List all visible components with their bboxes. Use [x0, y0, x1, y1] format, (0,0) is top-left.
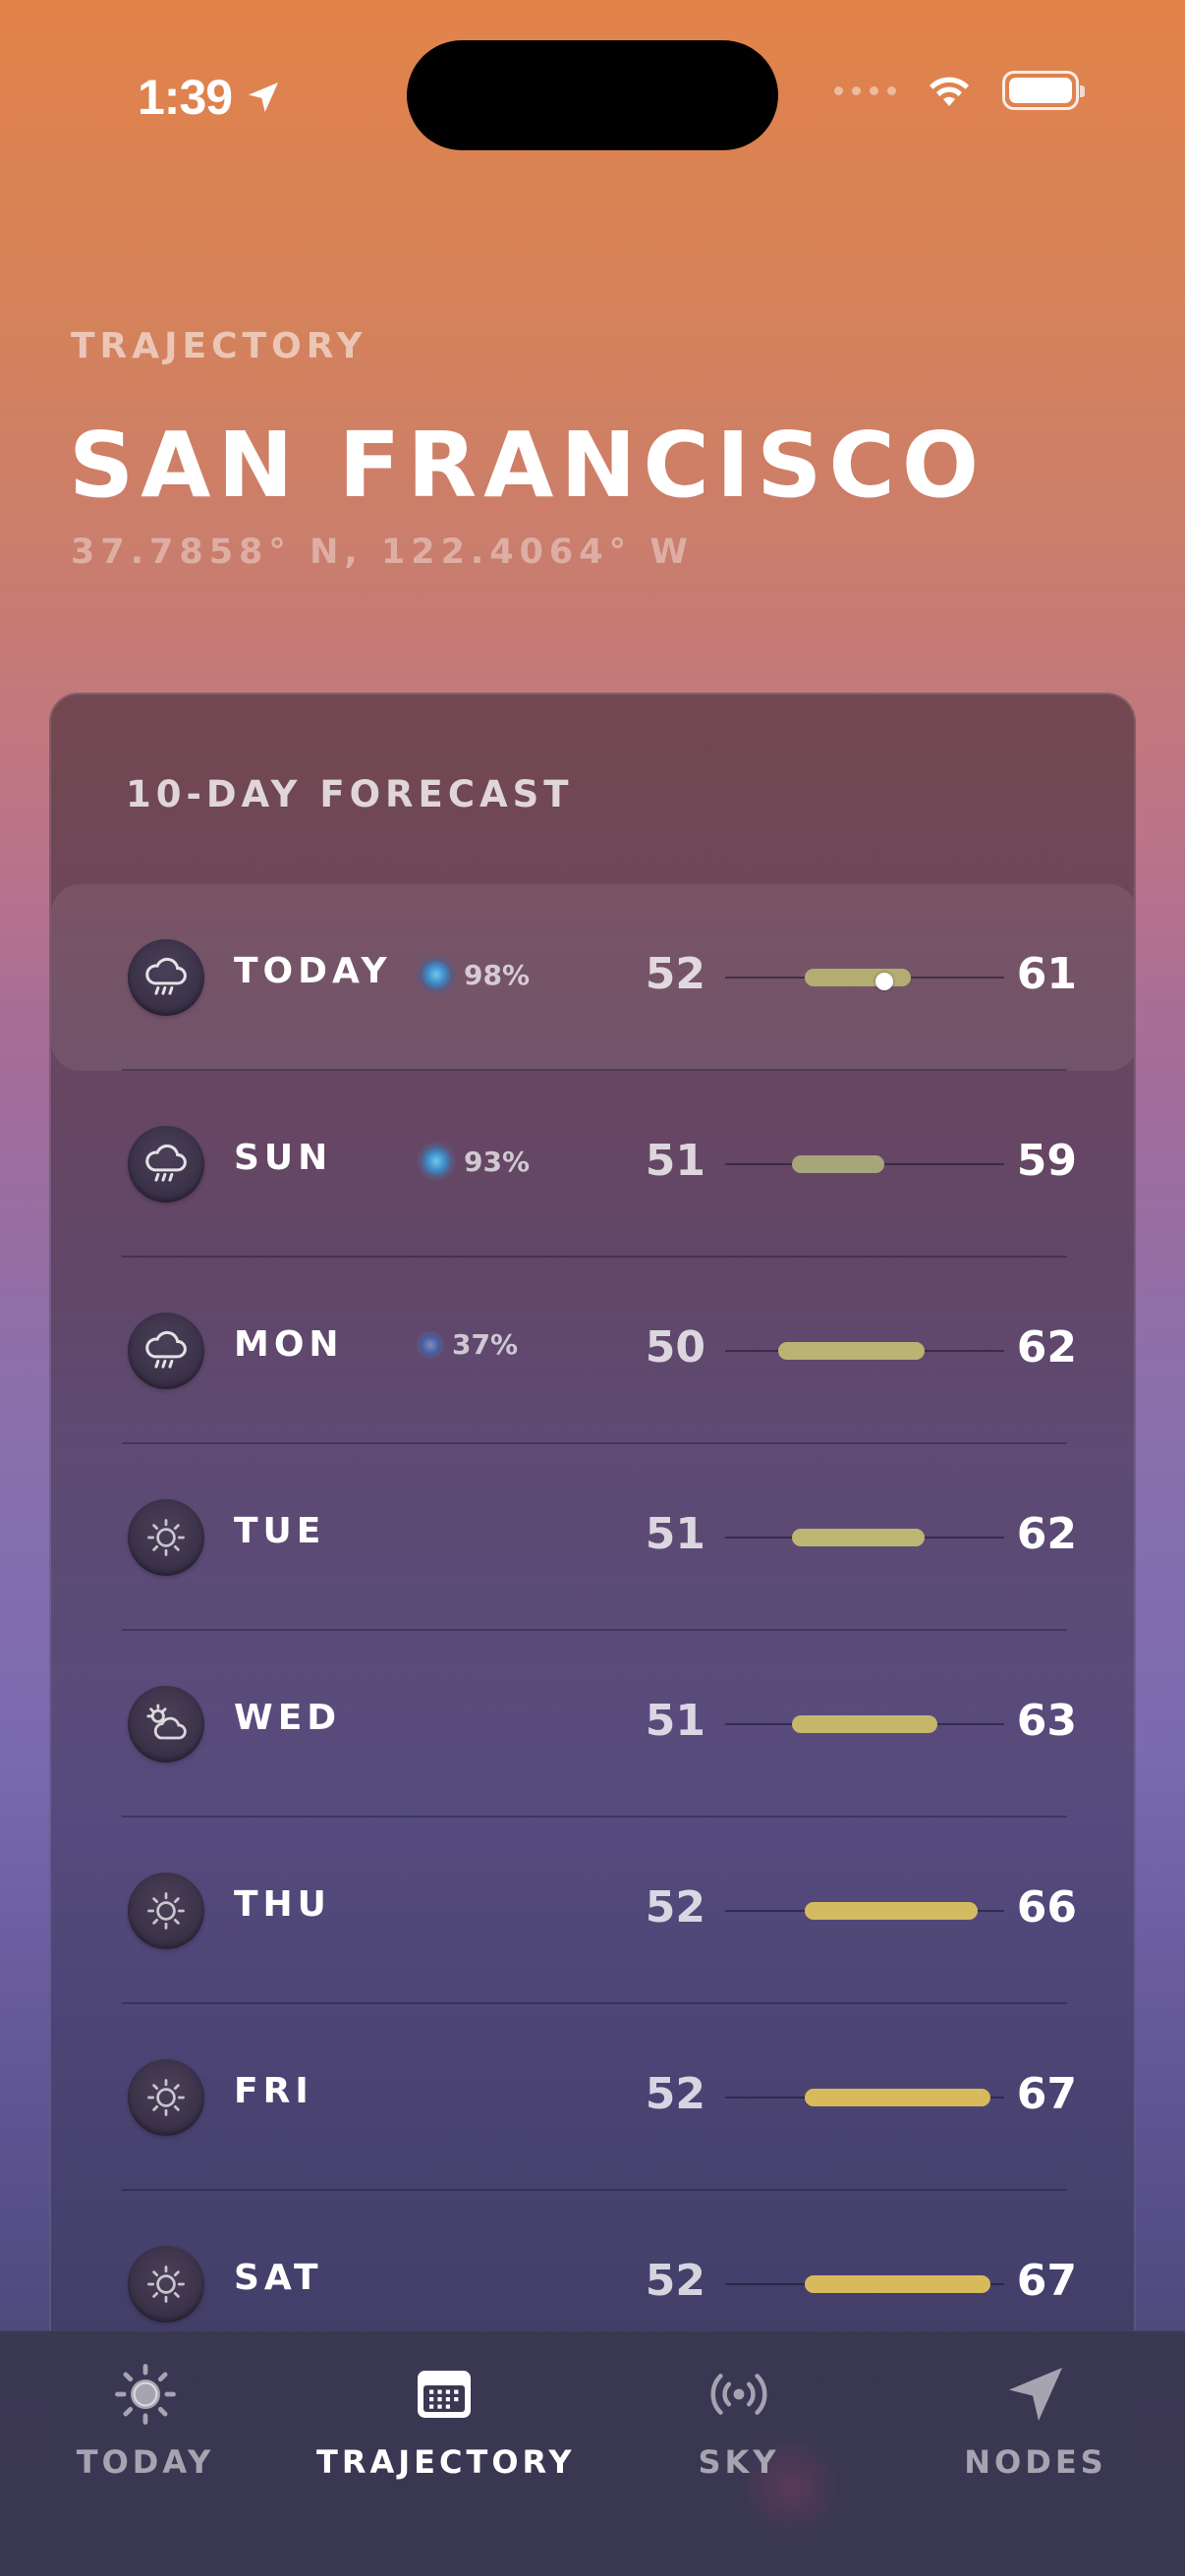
precip-chance: 37% — [417, 1328, 518, 1361]
sun-icon — [128, 1873, 204, 1949]
status-time: 1:39 — [138, 69, 283, 126]
rain-cloud-icon — [128, 1313, 204, 1389]
sun-icon — [128, 1499, 204, 1576]
day-label: MON — [234, 1324, 344, 1365]
low-temp: 51 — [645, 1696, 705, 1746]
day-label: TUE — [234, 1511, 326, 1551]
partly-cloudy-icon — [128, 1686, 204, 1763]
high-temp: 67 — [1016, 2069, 1077, 2119]
tab-sky[interactable]: SKY — [611, 2359, 867, 2481]
status-indicators — [834, 71, 1085, 110]
card-title: 10-DAY FORECAST — [126, 773, 574, 815]
battery-icon — [1002, 71, 1085, 110]
tab-nodes[interactable]: NODES — [908, 2359, 1163, 2481]
day-label: THU — [234, 1884, 331, 1925]
high-temp: 67 — [1016, 2256, 1077, 2306]
cellular-signal-icon — [834, 85, 896, 95]
low-temp: 51 — [645, 1509, 705, 1559]
temp-range-bar — [791, 1155, 885, 1173]
precip-value: 98% — [464, 958, 531, 991]
location-arrow-icon — [1009, 2368, 1062, 2421]
forecast-row-wed[interactable]: WED 51 63 — [51, 1631, 1134, 1818]
forecast-card[interactable]: 10-DAY FORECAST TODAY 98% 52 61 SUN 93% 51 59 MO… — [49, 693, 1136, 2576]
sun-icon — [128, 2059, 204, 2136]
day-label: FRI — [234, 2071, 313, 2111]
day-label: SUN — [234, 1138, 333, 1178]
forecast-row-today[interactable]: TODAY 98% 52 61 — [51, 884, 1134, 1071]
broadcast-icon — [710, 2374, 767, 2415]
precip-chance: 93% — [417, 1142, 530, 1181]
location-arrow-icon — [249, 83, 279, 112]
precip-chance: 98% — [417, 955, 530, 994]
low-temp: 52 — [645, 2069, 705, 2119]
wifi-icon — [930, 77, 969, 106]
city-name: SAN FRANCISCO — [69, 413, 987, 518]
tab-label: TRAJECTORY — [316, 2443, 576, 2481]
tab-label: TODAY — [76, 2443, 215, 2481]
rain-cloud-icon — [128, 1126, 204, 1203]
temp-range-bar — [791, 1529, 925, 1546]
tab-bar: TODAY TRAJECTORY SKY NODES — [0, 2330, 1185, 2576]
high-temp: 62 — [1016, 1322, 1077, 1372]
high-temp: 61 — [1016, 949, 1077, 999]
tab-label: SKY — [698, 2443, 780, 2481]
low-temp: 52 — [645, 949, 705, 999]
section-label: TRAJECTORY — [71, 326, 367, 366]
high-temp: 59 — [1016, 1136, 1077, 1186]
forecast-row-fri[interactable]: FRI 52 67 — [51, 2004, 1134, 2191]
high-temp: 63 — [1016, 1696, 1077, 1746]
high-temp: 66 — [1016, 1882, 1077, 1932]
temp-range-bar — [791, 1715, 938, 1733]
raindrop-icon — [417, 1142, 456, 1181]
temp-range-bar — [805, 1902, 978, 1920]
tab-today[interactable]: TODAY — [18, 2359, 273, 2481]
forecast-row-thu[interactable]: THU 52 66 — [51, 1818, 1134, 2004]
current-temp-dot — [875, 973, 894, 990]
low-temp: 52 — [645, 1882, 705, 1932]
sun-icon — [115, 2364, 176, 2425]
tab-trajectory[interactable]: TRAJECTORY — [316, 2359, 572, 2481]
day-label: TODAY — [234, 951, 392, 991]
raindrop-icon — [417, 1330, 444, 1359]
tab-label: NODES — [964, 2443, 1107, 2481]
forecast-row-tue[interactable]: TUE 51 62 — [51, 1444, 1134, 1631]
high-temp: 62 — [1016, 1509, 1077, 1559]
forecast-row-sun[interactable]: SUN 93% 51 59 — [51, 1071, 1134, 1258]
sun-icon — [128, 2246, 204, 2323]
forecast-row-mon[interactable]: MON 37% 50 62 — [51, 1258, 1134, 1444]
temp-range-bar — [778, 1342, 925, 1360]
clock: 1:39 — [138, 70, 233, 125]
precip-value: 37% — [452, 1328, 519, 1361]
raindrop-icon — [417, 955, 456, 994]
temp-range-bar — [805, 969, 912, 986]
calendar-icon — [418, 2371, 471, 2418]
low-temp: 52 — [645, 2256, 705, 2306]
precip-value: 93% — [464, 1145, 531, 1178]
low-temp: 51 — [645, 1136, 705, 1186]
day-label: WED — [234, 1698, 342, 1738]
low-temp: 50 — [645, 1322, 705, 1372]
day-label: SAT — [234, 2258, 323, 2298]
coordinates: 37.7858° N, 122.4064° W — [71, 532, 694, 572]
dynamic-island — [407, 40, 778, 150]
rain-cloud-icon — [128, 939, 204, 1016]
